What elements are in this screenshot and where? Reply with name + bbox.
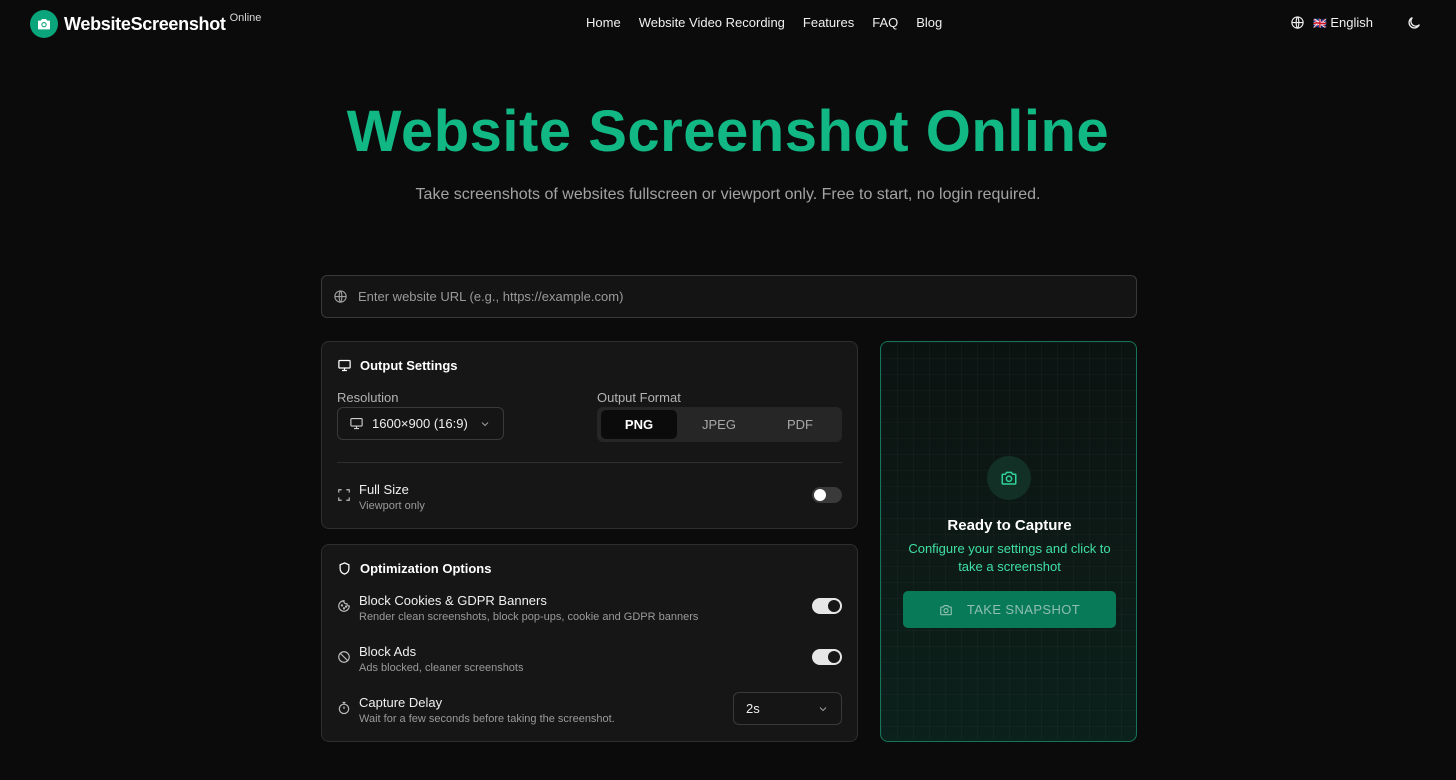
nav-website-video-recording[interactable]: Website Video Recording [639, 15, 785, 30]
moon-icon [1408, 17, 1420, 29]
ready-subtitle: Configure your settings and click to tak… [908, 541, 1111, 574]
output-settings-heading: Output Settings [337, 358, 458, 373]
resolution-value: 1600×900 (16:9) [372, 416, 468, 431]
capture-delay-title: Capture Delay [359, 695, 443, 710]
language-label: English [1330, 15, 1373, 30]
output-format-label: Output Format [597, 390, 681, 405]
ban-icon [338, 651, 350, 663]
top-header: WebsiteScreenshot Online Home Website Vi… [0, 0, 1456, 48]
block-cookies-title: Block Cookies & GDPR Banners [359, 593, 547, 608]
toggle-knob [828, 600, 840, 612]
resolution-label: Resolution [337, 390, 399, 405]
logo-name: WebsiteScreenshot [64, 13, 226, 34]
monitor-icon [350, 417, 363, 430]
page-subtitle: Take screenshots of websites fullscreen … [415, 186, 1041, 203]
cookie-icon [338, 600, 350, 612]
expand-icon [338, 489, 350, 501]
timer-icon [338, 701, 350, 715]
take-snapshot-label: TAKE SNAPSHOT [966, 602, 1081, 617]
full-size-desc: Viewport only [359, 500, 425, 512]
camera-icon [939, 604, 952, 615]
format-pdf-button[interactable]: PDF [762, 410, 838, 439]
globe-icon [1291, 16, 1304, 29]
capture-delay-value: 2s [746, 701, 760, 716]
output-settings-title: Output Settings [360, 358, 458, 373]
block-cookies-desc: Render clean screenshots, block pop-ups,… [359, 611, 699, 623]
capture-camera-badge [987, 456, 1031, 500]
nav-faq[interactable]: FAQ [872, 15, 898, 30]
block-cookies-toggle[interactable] [812, 598, 842, 614]
flag-uk: 🇬🇧 [1313, 18, 1327, 30]
camera-icon [1001, 471, 1017, 485]
main-nav: Home Website Video Recording Features FA… [586, 15, 942, 30]
resolution-select[interactable]: 1600×900 (16:9) [337, 407, 504, 440]
monitor-icon [338, 359, 351, 372]
optimization-title: Optimization Options [360, 561, 492, 576]
nav-home[interactable]: Home [586, 15, 621, 30]
block-ads-toggle[interactable] [812, 649, 842, 665]
toggle-knob [828, 651, 840, 663]
optimization-heading: Optimization Options [337, 561, 491, 576]
format-png-button[interactable]: PNG [601, 410, 677, 439]
capture-delay-select[interactable]: 2s [733, 692, 842, 725]
shield-icon [339, 562, 350, 575]
globe-icon [334, 290, 347, 303]
chevron-down-icon [481, 421, 489, 426]
block-ads-desc: Ads blocked, cleaner screenshots [359, 662, 524, 674]
format-jpeg-button[interactable]: JPEG [681, 410, 757, 439]
output-format-segmented: PNG JPEG PDF [597, 407, 842, 442]
toggle-knob [814, 489, 826, 501]
capture-delay-desc: Wait for a few seconds before taking the… [359, 713, 615, 725]
nav-features[interactable]: Features [803, 15, 854, 30]
take-snapshot-button[interactable]: TAKE SNAPSHOT [903, 591, 1116, 628]
chevron-down-icon [819, 706, 827, 711]
ready-title: Ready to Capture [947, 517, 1072, 534]
url-input[interactable] [358, 276, 1136, 317]
language-selector[interactable]: 🇬🇧 English [1290, 15, 1373, 30]
full-size-title: Full Size [359, 482, 409, 497]
capture-panel: Ready to Capture Configure your settings… [880, 341, 1137, 742]
page-title: Website Screenshot Online [346, 99, 1110, 164]
nav-blog[interactable]: Blog [916, 15, 942, 30]
site-logo[interactable]: WebsiteScreenshot Online [30, 10, 261, 38]
theme-toggle[interactable] [1406, 15, 1422, 36]
logo-suffix: Online [229, 12, 262, 24]
full-size-toggle[interactable] [812, 487, 842, 503]
url-input-container [321, 275, 1137, 318]
block-ads-title: Block Ads [359, 644, 417, 659]
settings-divider [337, 462, 842, 463]
camera-icon [30, 10, 58, 38]
